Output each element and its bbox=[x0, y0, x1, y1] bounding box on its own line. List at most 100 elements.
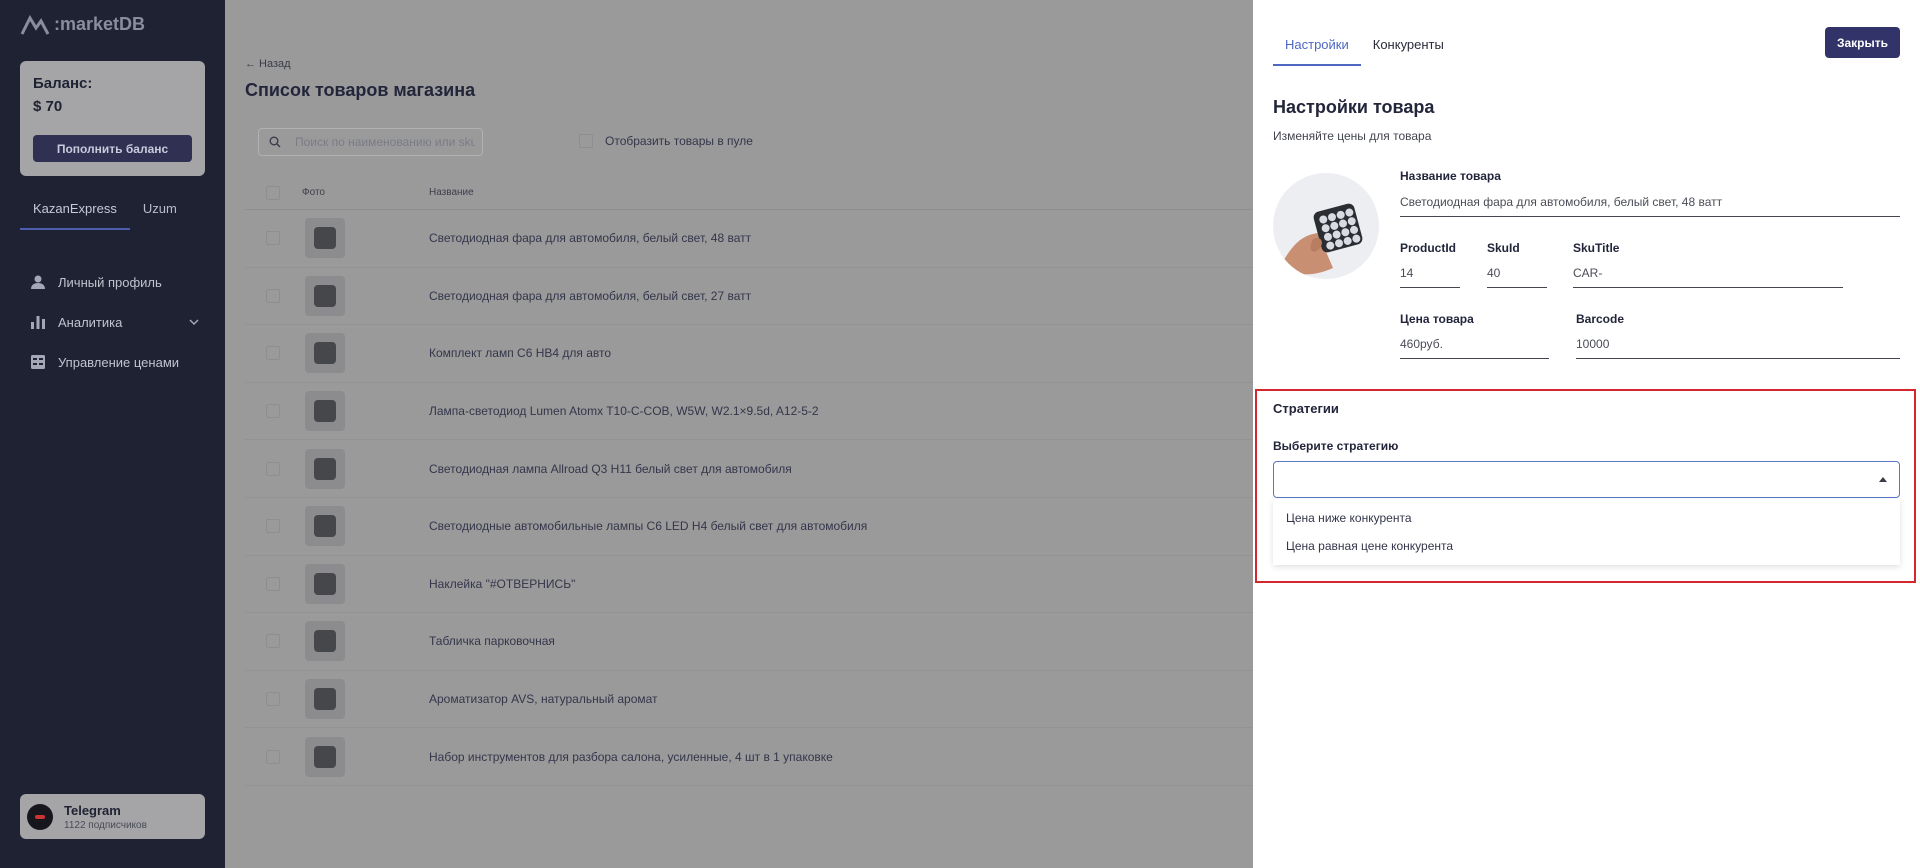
table-row[interactable]: Светодиодная фара для автомобиля, белый … bbox=[245, 210, 1253, 268]
product-name: Светодиодная лампа Allroad Q3 H11 белый … bbox=[429, 461, 792, 476]
row-checkbox[interactable] bbox=[266, 692, 280, 707]
back-link[interactable]: ← Назад bbox=[245, 58, 291, 70]
row-checkbox[interactable] bbox=[266, 519, 280, 534]
bar-chart-icon bbox=[31, 316, 45, 329]
product-thumbnail bbox=[305, 218, 345, 259]
product-name: Ароматизатор AVS, натуральный аромат bbox=[429, 692, 658, 707]
product-image bbox=[1273, 173, 1379, 279]
settings-description: Изменяйте цены для товара bbox=[1273, 129, 1432, 143]
row-checkbox[interactable] bbox=[266, 461, 280, 476]
search-input[interactable] bbox=[295, 135, 475, 149]
row-checkbox[interactable] bbox=[266, 231, 280, 246]
tab-settings[interactable]: Настройки bbox=[1273, 28, 1361, 66]
product-thumbnail bbox=[305, 621, 345, 662]
product-name: Светодиодные автомобильные лампы С6 LED … bbox=[429, 519, 868, 534]
pool-checkbox[interactable] bbox=[579, 134, 593, 148]
row-checkbox[interactable] bbox=[266, 346, 280, 361]
search-box bbox=[258, 128, 483, 156]
logo[interactable]: :marketDB bbox=[20, 12, 145, 36]
product-name: Лампа-светодиод Lumen Atomx T10-C-COB, W… bbox=[429, 404, 819, 419]
caret-up-icon[interactable] bbox=[1879, 477, 1887, 482]
row-checkbox[interactable] bbox=[266, 634, 280, 649]
product-id-field[interactable]: 14 bbox=[1400, 266, 1460, 288]
balance-value: $ 70 bbox=[33, 98, 63, 115]
sidebar-item-analytics[interactable]: Аналитика bbox=[30, 302, 200, 342]
sidebar-nav: Личный профиль Аналитика Управление цена… bbox=[30, 262, 200, 382]
product-name-field[interactable]: Светодиодная фара для автомобиля, белый … bbox=[1400, 195, 1900, 217]
product-thumbnail bbox=[305, 506, 345, 547]
strategy-dropdown: Цена ниже конкурента Цена равная цене ко… bbox=[1273, 499, 1900, 565]
sku-title-value: CAR- bbox=[1573, 266, 1603, 280]
table-row[interactable]: Светодиодная лампа Allroad Q3 H11 белый … bbox=[245, 440, 1253, 498]
page-title: Список товаров магазина bbox=[245, 80, 476, 100]
platform-tabs: KazanExpress Uzum bbox=[20, 196, 205, 230]
telegram-card[interactable]: Telegram 1122 подписчиков bbox=[20, 794, 205, 839]
user-icon bbox=[31, 275, 45, 289]
product-name: Светодиодная фара для автомобиля, белый … bbox=[429, 231, 752, 246]
sidebar-item-price-management[interactable]: Управление ценами bbox=[30, 342, 200, 382]
table-row[interactable]: Комплект ламп С6 HB4 для авто bbox=[245, 325, 1253, 383]
strategies-title: Стратегии bbox=[1273, 401, 1339, 416]
table-icon bbox=[31, 355, 45, 369]
strategy-select[interactable] bbox=[1273, 461, 1900, 498]
settings-title: Настройки товара bbox=[1273, 97, 1435, 117]
column-name: Название bbox=[429, 187, 474, 198]
row-checkbox[interactable] bbox=[266, 404, 280, 419]
table-row[interactable]: Светодиодные автомобильные лампы С6 LED … bbox=[245, 498, 1253, 556]
telegram-avatar bbox=[27, 803, 53, 830]
product-thumbnail bbox=[305, 391, 345, 432]
table-row[interactable]: Табличка парковочная bbox=[245, 613, 1253, 671]
tab-uzum[interactable]: Uzum bbox=[130, 196, 190, 230]
strategy-option[interactable]: Цена ниже конкурента bbox=[1273, 504, 1900, 532]
strategy-select-label: Выберите стратегию bbox=[1273, 439, 1399, 453]
balance-card: Баланс: $ 70 Пополнить баланс bbox=[20, 61, 205, 176]
price-label: Цена товара bbox=[1400, 312, 1474, 326]
logo-text: :marketDB bbox=[54, 13, 146, 34]
row-checkbox[interactable] bbox=[266, 576, 280, 591]
row-checkbox[interactable] bbox=[266, 288, 280, 303]
sidebar-item-label: Управление ценами bbox=[58, 354, 180, 370]
product-thumbnail bbox=[305, 275, 345, 316]
close-button[interactable]: Закрыть bbox=[1825, 27, 1900, 58]
sku-title-field[interactable]: CAR- bbox=[1573, 266, 1843, 288]
table-row[interactable]: Светодиодная фара для автомобиля, белый … bbox=[245, 268, 1253, 326]
products-table: Фото Название Светодиодная фара для авто… bbox=[245, 176, 1253, 786]
sku-title-label: SkuTitle bbox=[1573, 241, 1620, 255]
sku-id-field[interactable]: 40 bbox=[1487, 266, 1547, 288]
product-id-label: ProductId bbox=[1400, 241, 1456, 255]
product-name: Наклейка "#ОТВЕРНИСЬ" bbox=[429, 576, 576, 591]
product-id-value: 14 bbox=[1400, 266, 1414, 280]
table-row[interactable]: Ароматизатор AVS, натуральный аромат bbox=[245, 671, 1253, 729]
main-content: ← Назад Список товаров магазина Отобрази… bbox=[225, 0, 1253, 868]
logo-mountain-icon bbox=[20, 14, 50, 35]
column-photo: Фото bbox=[302, 187, 325, 198]
table-row[interactable]: Набор инструментов для разбора салона, у… bbox=[245, 728, 1253, 786]
row-checkbox[interactable] bbox=[266, 749, 280, 764]
product-photo-icon bbox=[1281, 203, 1363, 275]
product-name: Набор инструментов для разбора салона, у… bbox=[429, 749, 833, 764]
telegram-title: Telegram bbox=[64, 802, 121, 818]
barcode-field[interactable]: 10000 bbox=[1576, 337, 1900, 359]
product-thumbnail bbox=[305, 333, 345, 374]
price-field[interactable]: 460руб. bbox=[1400, 337, 1549, 359]
product-thumbnail bbox=[305, 736, 345, 777]
sidebar-item-profile[interactable]: Личный профиль bbox=[30, 262, 200, 302]
tab-competitors[interactable]: Конкуренты bbox=[1361, 28, 1456, 66]
sku-id-label: SkuId bbox=[1487, 241, 1520, 255]
strategy-option[interactable]: Цена равная цене конкурента bbox=[1273, 532, 1900, 560]
drawer-tabs: Настройки Конкуренты bbox=[1273, 28, 1456, 66]
product-name: Светодиодная фара для автомобиля, белый … bbox=[429, 288, 752, 303]
sku-id-value: 40 bbox=[1487, 266, 1501, 280]
table-row[interactable]: Наклейка "#ОТВЕРНИСЬ" bbox=[245, 556, 1253, 614]
telegram-subscribers: 1122 подписчиков bbox=[64, 819, 147, 831]
product-thumbnail bbox=[305, 563, 345, 604]
topup-balance-button[interactable]: Пополнить баланс bbox=[33, 135, 192, 162]
barcode-value: 10000 bbox=[1576, 337, 1610, 351]
search-icon bbox=[269, 136, 281, 148]
select-all-checkbox[interactable] bbox=[266, 185, 280, 200]
product-name: Комплект ламп С6 HB4 для авто bbox=[429, 346, 612, 361]
table-row[interactable]: Лампа-светодиод Lumen Atomx T10-C-COB, W… bbox=[245, 383, 1253, 441]
product-thumbnail bbox=[305, 679, 345, 720]
tab-kazanexpress[interactable]: KazanExpress bbox=[20, 196, 130, 230]
pool-toggle[interactable]: Отобразить товары в пуле bbox=[579, 134, 753, 148]
